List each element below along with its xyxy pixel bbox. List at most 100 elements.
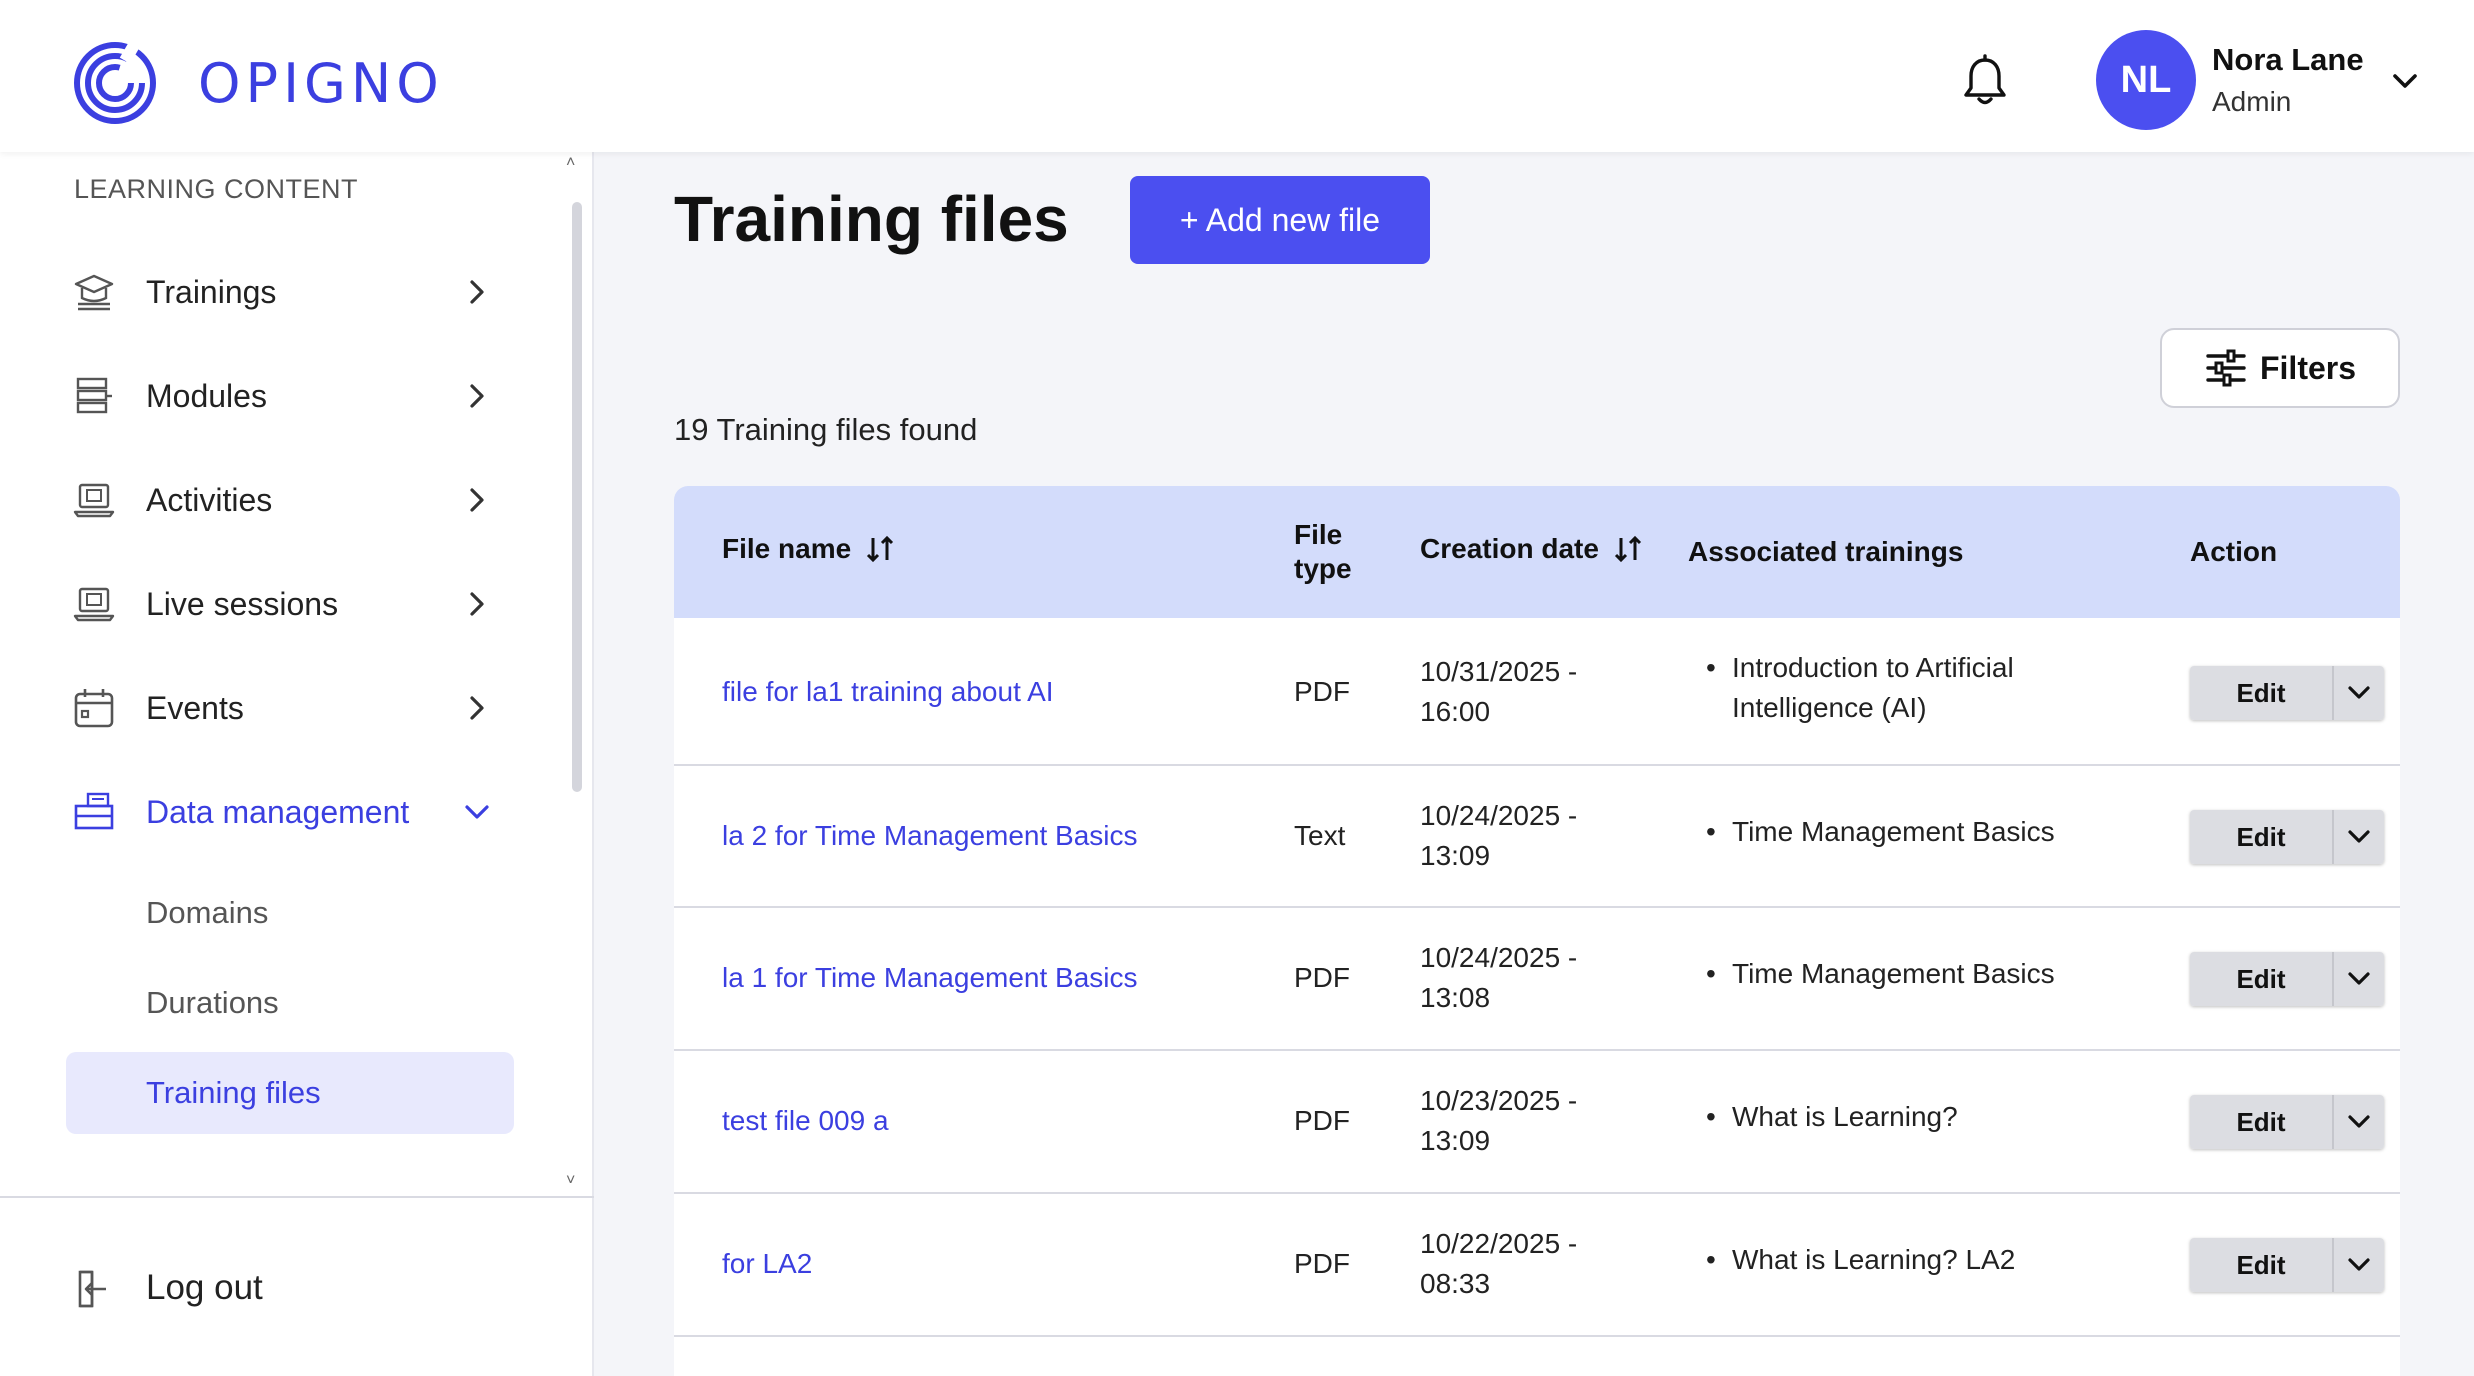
sidebar-item-label: Modules — [146, 377, 267, 414]
column-header-file-name[interactable]: File name — [722, 532, 897, 566]
associated-training: Introduction to Artificial — [1706, 648, 2014, 688]
sort-icon[interactable] — [863, 532, 897, 566]
sidebar-item-live-sessions[interactable]: Live sessions — [72, 564, 492, 644]
calendar-icon — [74, 689, 114, 728]
chevron-right-icon — [470, 384, 484, 408]
file-type: PDF — [1294, 962, 1350, 993]
sidebar-item-label: Trainings — [146, 273, 277, 310]
edit-button[interactable]: Edit — [2190, 952, 2334, 1006]
edit-button[interactable]: Edit — [2190, 810, 2334, 864]
file-name-link[interactable]: file for la1 training about AI — [722, 672, 1054, 712]
laptop-icon — [73, 587, 115, 622]
file-name-link[interactable]: for LA2 — [722, 1244, 812, 1284]
sidebar-item-modules[interactable]: Modules — [72, 356, 492, 436]
chevron-down-icon[interactable] — [2388, 64, 2422, 98]
edit-dropdown-toggle[interactable] — [2334, 666, 2384, 720]
chevron-down-icon — [2348, 830, 2370, 843]
creation-date: 10/24/2025 - — [1420, 942, 1578, 973]
sidebar-scrollbar-thumb[interactable] — [572, 202, 582, 792]
chevron-right-icon — [470, 696, 484, 720]
table-row: la 2 for Time Management Basics Text 10/… — [674, 766, 2400, 908]
brand-logo[interactable]: OPIGNO — [72, 40, 444, 126]
user-avatar[interactable]: NL — [2096, 30, 2196, 130]
associated-training: What is Learning? LA2 — [1706, 1240, 2015, 1280]
sidebar-subitem-durations[interactable]: Durations — [66, 962, 514, 1044]
file-name-link[interactable]: la 1 for Time Management Basics — [722, 958, 1138, 998]
logout-button[interactable]: Log out — [72, 1248, 263, 1328]
sidebar-divider — [0, 1196, 594, 1198]
associated-training: Time Management Basics — [1706, 954, 2055, 994]
sidebar-item-activities[interactable]: Activities — [72, 460, 492, 540]
file-name-link[interactable]: la 2 for Time Management Basics — [722, 816, 1138, 856]
creation-time: 13:09 — [1420, 1125, 1491, 1156]
chevron-down-icon — [465, 805, 489, 819]
creation-date: 10/24/2025 - — [1420, 800, 1578, 831]
column-header-action: Action — [2190, 536, 2278, 567]
logout-label: Log out — [146, 1268, 263, 1307]
creation-time: 16:00 — [1420, 696, 1491, 727]
scroll-down-arrow-icon[interactable]: ˅ — [566, 1172, 575, 1190]
edit-button[interactable]: Edit — [2190, 1238, 2334, 1292]
edit-button[interactable]: Edit — [2190, 666, 2334, 720]
file-type: PDF — [1294, 676, 1350, 707]
table-row: file for la1 training about AI PDF 10/31… — [674, 618, 2400, 766]
add-new-file-button[interactable]: + Add new file — [1130, 176, 1430, 264]
edit-split-button: Edit — [2190, 1095, 2384, 1149]
chevron-right-icon — [470, 488, 484, 512]
associated-training: What is Learning? — [1706, 1097, 1958, 1137]
sidebar-item-label: Live sessions — [146, 585, 339, 622]
edit-split-button: Edit — [2190, 810, 2384, 864]
sidebar-item-label: Activities — [146, 481, 273, 518]
results-count: 19 Training files found — [674, 412, 978, 447]
edit-dropdown-toggle[interactable] — [2334, 1238, 2384, 1292]
user-role: Admin — [2212, 86, 2292, 117]
column-header-creation-date[interactable]: Creation date — [1420, 532, 1645, 566]
chevron-down-icon — [2348, 1258, 2370, 1271]
chevron-down-icon — [2348, 972, 2370, 985]
sidebar-item-events[interactable]: Events — [72, 668, 492, 748]
graduation-cap-icon — [74, 274, 114, 311]
filters-button[interactable]: Filters — [2160, 328, 2400, 408]
sidebar-item-data-management[interactable]: Data management — [72, 772, 492, 852]
filters-label: Filters — [2259, 349, 2357, 386]
creation-time: 13:09 — [1420, 840, 1491, 871]
column-header-associated-trainings: Associated trainings — [1688, 536, 1964, 567]
sidebar-section-label: LEARNING CONTENT — [74, 174, 359, 204]
column-header-file-type: File type — [1294, 519, 1352, 584]
page-title: Training files — [674, 183, 1069, 255]
table-header: File name File type Creation date Associ… — [674, 486, 2400, 618]
laptop-icon — [73, 483, 115, 518]
sidebar-subitem-training-files[interactable]: Training files — [66, 1052, 514, 1134]
creation-date: 10/22/2025 - — [1420, 1228, 1578, 1259]
edit-split-button: Edit — [2190, 666, 2384, 720]
user-name[interactable]: Nora Lane — [2212, 42, 2364, 78]
sidebar: LEARNING CONTENT Trainings Modules Activ… — [0, 152, 594, 1376]
edit-dropdown-toggle[interactable] — [2334, 1095, 2384, 1149]
file-type: PDF — [1294, 1105, 1350, 1136]
sort-icon[interactable] — [1611, 532, 1645, 566]
associated-training-continued: Intelligence (AI) — [1732, 692, 1927, 723]
notification-bell-icon[interactable] — [1958, 54, 2012, 108]
file-name-link[interactable]: test file 009 a — [722, 1101, 889, 1141]
edit-dropdown-toggle[interactable] — [2334, 810, 2384, 864]
edit-dropdown-toggle[interactable] — [2334, 952, 2384, 1006]
chevron-down-icon — [2348, 686, 2370, 699]
edit-split-button: Edit — [2190, 1238, 2384, 1292]
sidebar-subitem-domains[interactable]: Domains — [66, 872, 514, 954]
modules-icon — [76, 377, 112, 414]
chevron-right-icon — [470, 280, 484, 304]
brand-name: OPIGNO — [198, 51, 444, 115]
creation-time: 13:08 — [1420, 982, 1491, 1013]
edit-split-button: Edit — [2190, 952, 2384, 1006]
scroll-up-arrow-icon[interactable]: ˄ — [566, 154, 575, 172]
creation-date: 10/31/2025 - — [1420, 656, 1578, 687]
table-row: la 1 for Time Management Basics PDF 10/2… — [674, 908, 2400, 1051]
associated-training: Time Management Basics — [1706, 812, 2055, 852]
table-row: test file 009 a PDF 10/23/2025 - 13:09 W… — [674, 1051, 2400, 1194]
edit-button[interactable]: Edit — [2190, 1095, 2334, 1149]
table-row — [674, 1337, 2400, 1376]
sidebar-item-trainings[interactable]: Trainings — [72, 252, 492, 332]
table-row: for LA2 PDF 10/22/2025 - 08:33 What is L… — [674, 1194, 2400, 1337]
file-type: PDF — [1294, 1248, 1350, 1279]
creation-date: 10/23/2025 - — [1420, 1085, 1578, 1116]
